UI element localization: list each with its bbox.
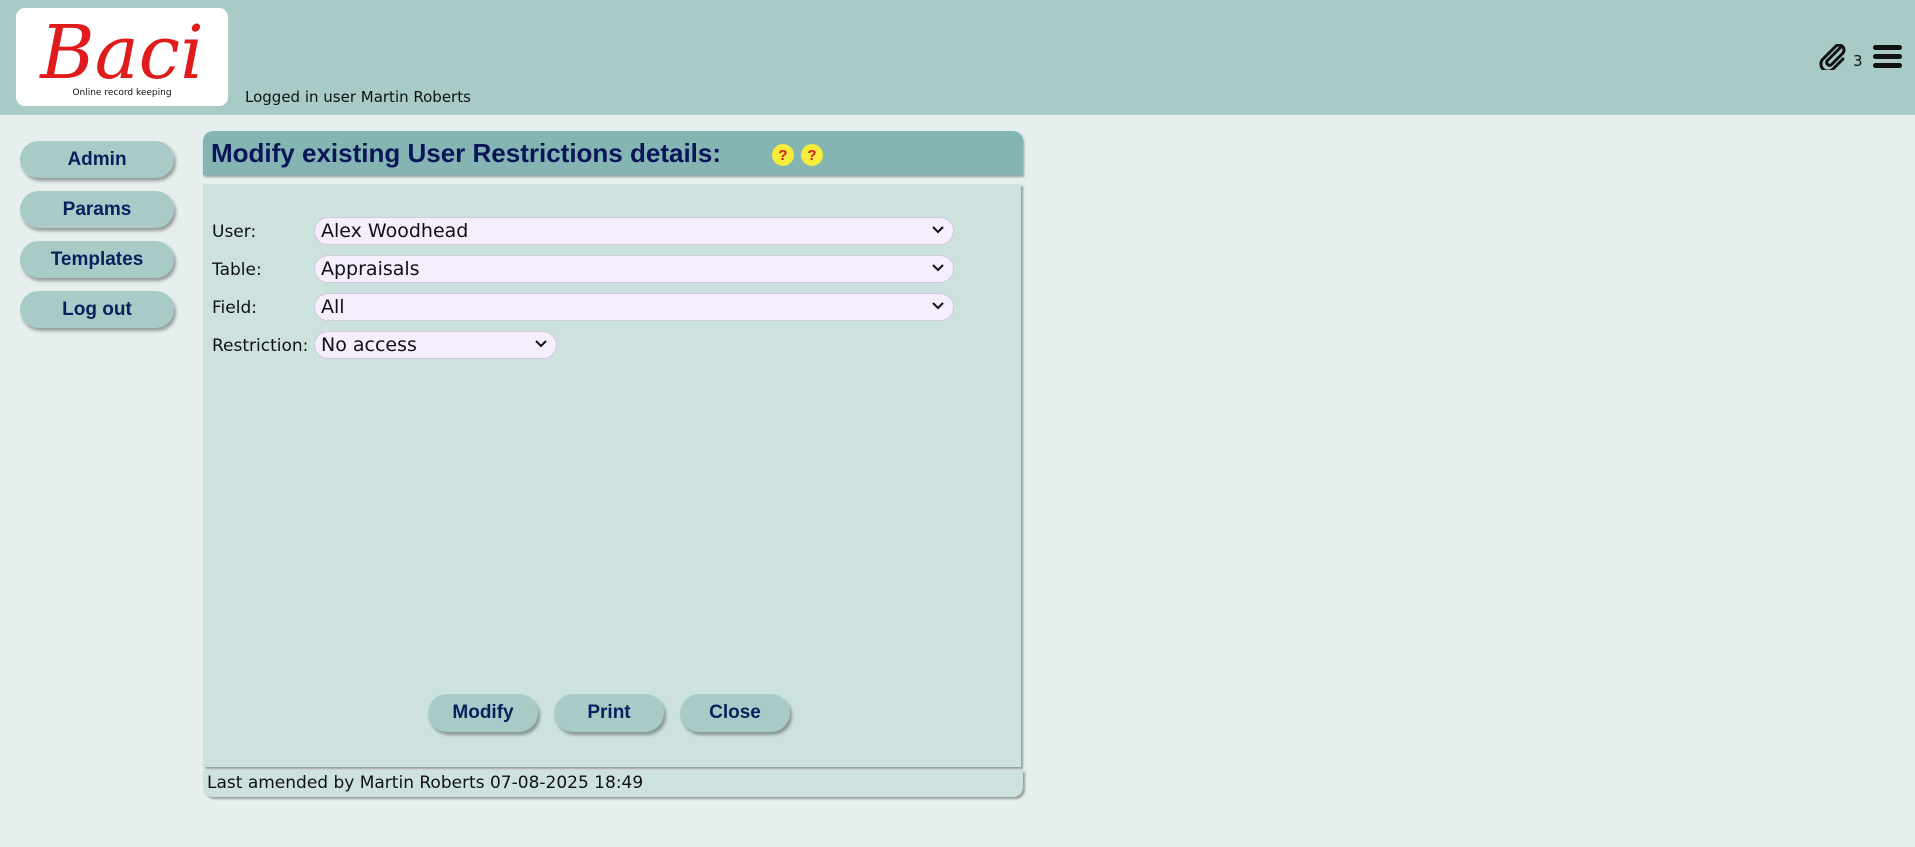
- restriction-label: Restriction:: [212, 336, 309, 356]
- table-label: Table:: [212, 260, 262, 280]
- restriction-select[interactable]: No access: [314, 331, 557, 359]
- help-icon[interactable]: ?: [772, 144, 794, 166]
- hamburger-menu-icon[interactable]: [1873, 45, 1902, 69]
- form-panel: User: Alex Woodhead Table: Appraisals Fi…: [203, 184, 1021, 767]
- baci-logo[interactable]: Baci Online record keeping: [16, 8, 228, 106]
- logo-tagline: Online record keeping: [72, 88, 172, 98]
- help-icon-secondary[interactable]: ?: [801, 144, 823, 166]
- logo-wordmark: Baci: [38, 10, 204, 88]
- sidebar-item-admin[interactable]: Admin: [20, 141, 174, 178]
- print-button[interactable]: Print: [554, 694, 664, 732]
- attachment-count: 3: [1853, 52, 1863, 70]
- sidebar-item-logout[interactable]: Log out: [20, 291, 174, 328]
- field-select-value: All: [321, 296, 345, 318]
- chevron-down-icon: [932, 302, 944, 310]
- user-select-value: Alex Woodhead: [321, 220, 469, 242]
- table-select[interactable]: Appraisals: [314, 255, 954, 283]
- svg-text:Baci: Baci: [38, 10, 204, 88]
- field-label: Field:: [212, 298, 257, 318]
- chevron-down-icon: [932, 226, 944, 234]
- paperclip-icon[interactable]: [1818, 44, 1848, 70]
- chevron-down-icon: [932, 264, 944, 272]
- table-select-value: Appraisals: [321, 258, 420, 280]
- restriction-select-value: No access: [321, 334, 417, 356]
- last-amended-text: Last amended by Martin Roberts 07-08-202…: [207, 773, 644, 793]
- top-header: Baci Online record keeping Logged in use…: [0, 0, 1915, 115]
- logged-in-user: Logged in user Martin Roberts: [245, 88, 471, 106]
- page-title: Modify existing User Restrictions detail…: [211, 138, 722, 168]
- user-select[interactable]: Alex Woodhead: [314, 217, 954, 245]
- sidebar-item-templates[interactable]: Templates: [20, 241, 174, 278]
- close-button[interactable]: Close: [680, 694, 790, 732]
- field-select[interactable]: All: [314, 293, 954, 321]
- form-title-bar: Modify existing User Restrictions detail…: [203, 131, 1023, 175]
- user-label: User:: [212, 222, 257, 242]
- chevron-down-icon: [535, 340, 547, 348]
- modify-button[interactable]: Modify: [428, 694, 538, 732]
- form-footer: Last amended by Martin Roberts 07-08-202…: [203, 770, 1023, 797]
- sidebar-item-params[interactable]: Params: [20, 191, 174, 228]
